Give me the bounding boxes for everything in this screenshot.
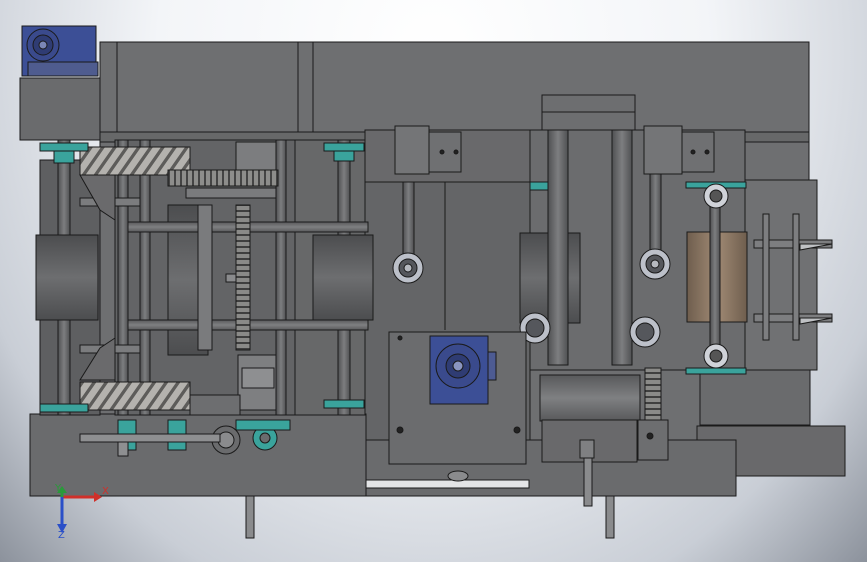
bracket-top-2 — [643, 125, 683, 175]
bearing-teal-4 — [323, 399, 365, 409]
z-axis-label: Z — [58, 530, 65, 541]
base-left — [29, 413, 367, 497]
shaft-left-2 — [117, 139, 129, 416]
rack-plate-1 — [197, 204, 213, 351]
roller-2 — [312, 234, 374, 321]
cad-viewport[interactable] — [0, 0, 867, 562]
x-axis-label: X — [102, 486, 109, 497]
leg-2 — [605, 495, 615, 539]
rack-vertical — [644, 367, 662, 424]
helical-gear-bottom — [79, 381, 191, 411]
bracket-top-1 — [394, 125, 430, 175]
shaft-left-3 — [139, 139, 151, 416]
shaft-center-2 — [547, 129, 569, 366]
roller-1 — [35, 234, 99, 321]
bearing-teal-3 — [39, 403, 89, 413]
y-axis-label: Y — [55, 483, 62, 494]
motor-housing-top-left — [19, 77, 101, 141]
bearing-teal-1 — [39, 142, 89, 152]
spur-gear-top — [167, 169, 279, 187]
shaft-center-3 — [611, 129, 633, 366]
cylinder-lower — [539, 374, 641, 422]
right-end-block — [744, 179, 818, 371]
bearing-teal-2 — [323, 142, 365, 152]
base-strip-center — [365, 479, 530, 489]
rack-plate-2 — [235, 204, 251, 351]
leg-1 — [245, 495, 255, 539]
